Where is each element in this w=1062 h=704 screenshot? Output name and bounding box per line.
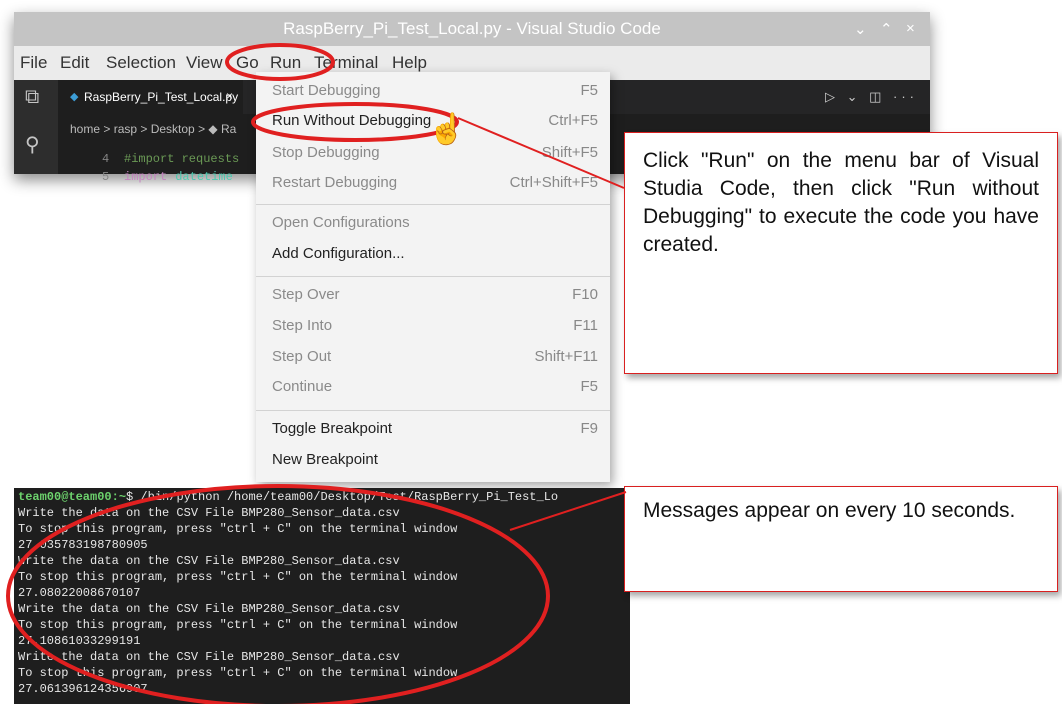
annotation-overlay [6,43,627,704]
hand-pointer-icon: ☝ [428,113,466,146]
highlight-run-without-debugging-ellipse [251,102,459,142]
callout-pointer-line [509,491,627,531]
callout-pointer-line [457,117,625,189]
highlight-terminal-output-ellipse [6,484,550,704]
highlight-run-menu-ellipse [225,43,335,81]
